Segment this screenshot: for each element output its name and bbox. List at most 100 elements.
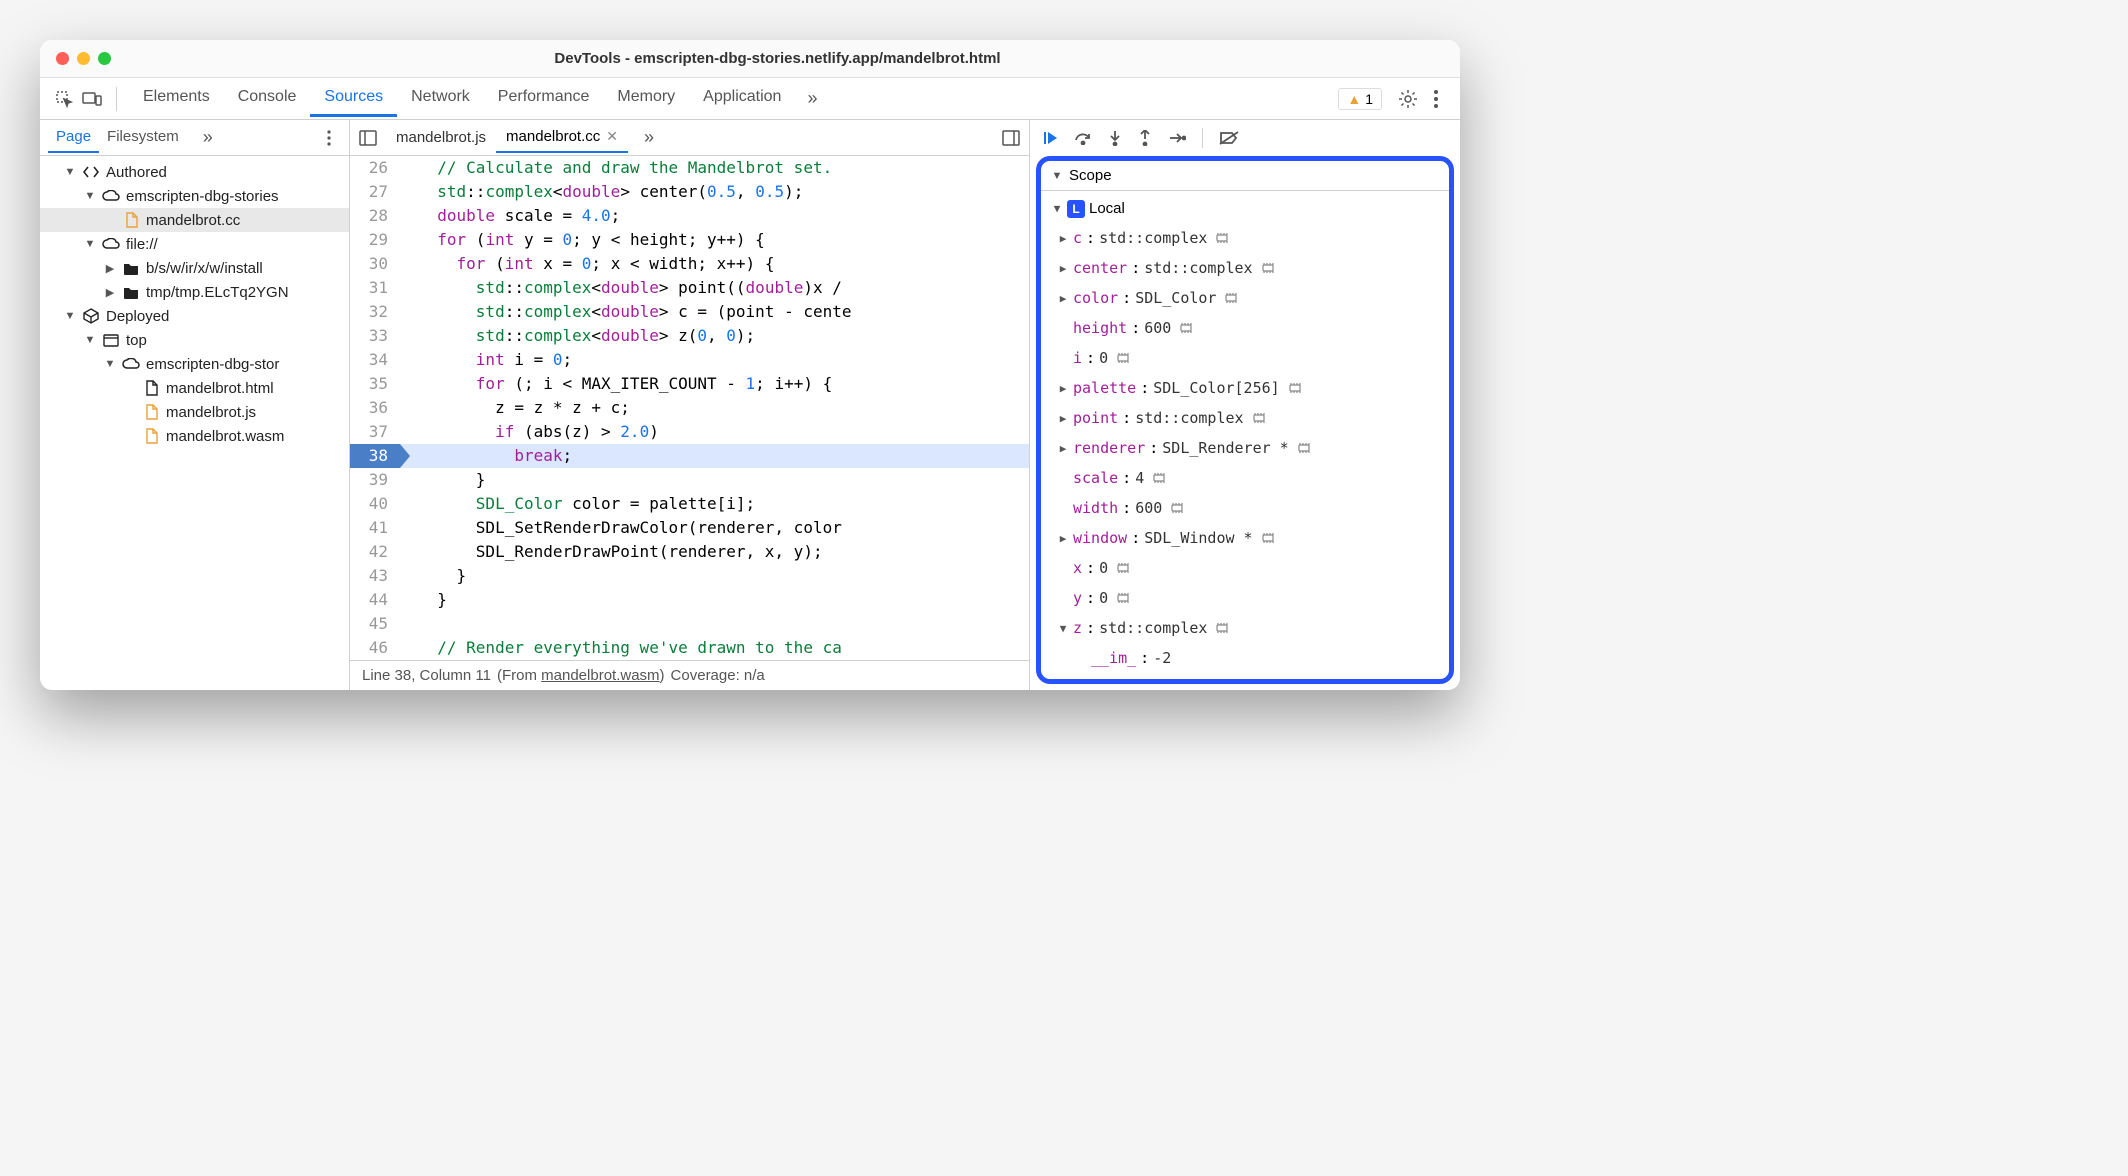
tree-item[interactable]: ▶tmp/tmp.ELcTq2YGN xyxy=(40,280,349,304)
inspect-element-icon[interactable] xyxy=(52,87,76,111)
traffic-lights xyxy=(56,52,111,65)
panel-tab-application[interactable]: Application xyxy=(689,80,795,117)
scope-variable[interactable]: __im_: -2 xyxy=(1041,643,1449,673)
kebab-menu-icon[interactable] xyxy=(1424,87,1448,111)
line-number[interactable]: 30 xyxy=(350,252,400,276)
close-window-button[interactable] xyxy=(56,52,69,65)
scope-variable[interactable]: x: 0 xyxy=(1041,553,1449,583)
memory-icon[interactable] xyxy=(1116,562,1130,574)
tree-item[interactable]: mandelbrot.cc xyxy=(40,208,349,232)
sidebar-more-button[interactable]: » xyxy=(195,127,221,148)
step-into-icon[interactable] xyxy=(1108,130,1122,146)
tree-item[interactable]: ▼file:// xyxy=(40,232,349,256)
toggle-navigator-icon[interactable] xyxy=(358,128,378,148)
panel-tab-performance[interactable]: Performance xyxy=(484,80,604,117)
memory-icon[interactable] xyxy=(1288,382,1302,394)
sidebar-tab-page[interactable]: Page xyxy=(48,122,99,153)
memory-icon[interactable] xyxy=(1224,292,1238,304)
panel-tab-network[interactable]: Network xyxy=(397,80,484,117)
line-number[interactable]: 43 xyxy=(350,564,400,588)
scope-variable[interactable]: ▶palette: SDL_Color[256] xyxy=(1041,373,1449,403)
scope-variable[interactable]: ▼z: std::complex xyxy=(1041,613,1449,643)
sidebar-kebab-icon[interactable] xyxy=(317,126,341,150)
scope-variable[interactable]: ▶window: SDL_Window * xyxy=(1041,523,1449,553)
file-tabs-more-button[interactable]: » xyxy=(636,127,662,148)
scope-variable[interactable]: ▶c: std::complex xyxy=(1041,223,1449,253)
close-tab-icon[interactable]: ✕ xyxy=(606,128,618,145)
line-number[interactable]: 40 xyxy=(350,492,400,516)
memory-icon[interactable] xyxy=(1215,622,1229,634)
panel-tab-console[interactable]: Console xyxy=(224,80,311,117)
memory-icon[interactable] xyxy=(1252,412,1266,424)
panel-tab-sources[interactable]: Sources xyxy=(310,80,397,117)
file-tab[interactable]: mandelbrot.cc✕ xyxy=(496,122,628,153)
scope-variable[interactable]: ▶center: std::complex xyxy=(1041,253,1449,283)
scope-variable[interactable]: ▶renderer: SDL_Renderer * xyxy=(1041,433,1449,463)
memory-icon[interactable] xyxy=(1170,502,1184,514)
tree-item[interactable]: ▶b/s/w/ir/x/w/install xyxy=(40,256,349,280)
line-number[interactable]: 29 xyxy=(350,228,400,252)
scope-variable[interactable]: ▶point: std::complex xyxy=(1041,403,1449,433)
tree-item[interactable]: ▼top xyxy=(40,328,349,352)
memory-icon[interactable] xyxy=(1116,352,1130,364)
scope-variable[interactable]: __re_: -2 xyxy=(1041,673,1449,679)
tree-item[interactable]: ▼emscripten-dbg-stor xyxy=(40,352,349,376)
memory-icon[interactable] xyxy=(1116,592,1130,604)
line-number[interactable]: 28 xyxy=(350,204,400,228)
minimize-window-button[interactable] xyxy=(77,52,90,65)
panel-tab-memory[interactable]: Memory xyxy=(603,80,689,117)
line-number[interactable]: 44 xyxy=(350,588,400,612)
tree-item[interactable]: ▼Deployed xyxy=(40,304,349,328)
line-number[interactable]: 41 xyxy=(350,516,400,540)
step-over-icon[interactable] xyxy=(1074,131,1092,145)
memory-icon[interactable] xyxy=(1261,262,1275,274)
scope-variable[interactable]: height: 600 xyxy=(1041,313,1449,343)
step-icon[interactable] xyxy=(1168,132,1186,144)
scope-local-header[interactable]: ▼ L Local xyxy=(1041,195,1449,223)
line-number[interactable]: 34 xyxy=(350,348,400,372)
file-tab[interactable]: mandelbrot.js xyxy=(386,122,496,153)
resume-icon[interactable] xyxy=(1042,130,1058,146)
line-number[interactable]: 27 xyxy=(350,180,400,204)
line-number[interactable]: 33 xyxy=(350,324,400,348)
tree-item[interactable]: ▼Authored xyxy=(40,160,349,184)
line-number[interactable]: 26 xyxy=(350,156,400,180)
memory-icon[interactable] xyxy=(1297,442,1311,454)
memory-icon[interactable] xyxy=(1215,232,1229,244)
maximize-window-button[interactable] xyxy=(98,52,111,65)
line-number[interactable]: 42 xyxy=(350,540,400,564)
deactivate-breakpoints-icon[interactable] xyxy=(1219,131,1239,145)
scope-variable[interactable]: y: 0 xyxy=(1041,583,1449,613)
line-number[interactable]: 46 xyxy=(350,636,400,660)
more-panels-button[interactable]: » xyxy=(799,88,825,109)
tree-item[interactable]: mandelbrot.js xyxy=(40,400,349,424)
line-number[interactable]: 36 xyxy=(350,396,400,420)
tree-item[interactable]: mandelbrot.wasm xyxy=(40,424,349,448)
tree-item[interactable]: mandelbrot.html xyxy=(40,376,349,400)
memory-icon[interactable] xyxy=(1261,532,1275,544)
scope-variable[interactable]: i: 0 xyxy=(1041,343,1449,373)
memory-icon[interactable] xyxy=(1152,472,1166,484)
panel-tab-elements[interactable]: Elements xyxy=(129,80,224,117)
toggle-debugger-icon[interactable] xyxy=(1001,128,1021,148)
line-number[interactable]: 38 xyxy=(350,444,400,468)
line-number[interactable]: 37 xyxy=(350,420,400,444)
line-number[interactable]: 39 xyxy=(350,468,400,492)
device-toolbar-icon[interactable] xyxy=(80,87,104,111)
warnings-badge[interactable]: ▲ 1 xyxy=(1338,88,1382,110)
step-out-icon[interactable] xyxy=(1138,130,1152,146)
line-number[interactable]: 32 xyxy=(350,300,400,324)
scope-variable[interactable]: width: 600 xyxy=(1041,493,1449,523)
tree-item[interactable]: ▼emscripten-dbg-stories xyxy=(40,184,349,208)
settings-icon[interactable] xyxy=(1396,87,1420,111)
code-editor[interactable]: 26 // Calculate and draw the Mandelbrot … xyxy=(350,156,1029,660)
memory-icon[interactable] xyxy=(1179,322,1193,334)
line-number[interactable]: 35 xyxy=(350,372,400,396)
line-number[interactable]: 31 xyxy=(350,276,400,300)
source-map-link[interactable]: mandelbrot.wasm xyxy=(541,667,659,684)
scope-variable[interactable]: scale: 4 xyxy=(1041,463,1449,493)
sidebar-tab-filesystem[interactable]: Filesystem xyxy=(99,122,187,153)
scope-variable[interactable]: ▶color: SDL_Color xyxy=(1041,283,1449,313)
scope-header[interactable]: ▼ Scope xyxy=(1041,161,1449,191)
line-number[interactable]: 45 xyxy=(350,612,400,636)
